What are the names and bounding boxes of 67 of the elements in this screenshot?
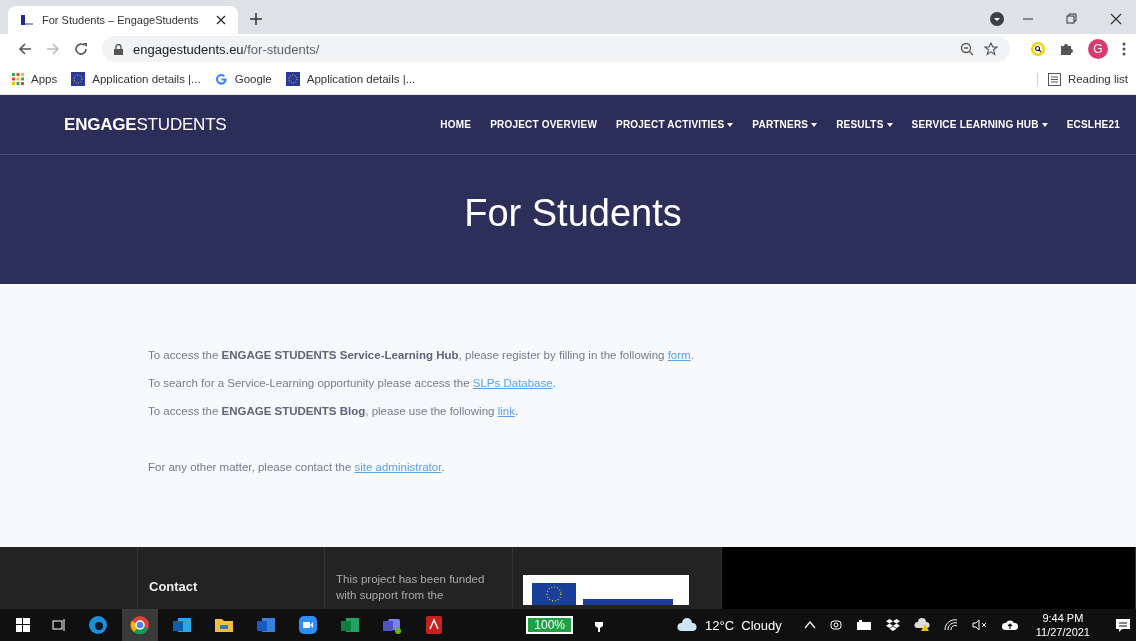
footer-heading: Contact (149, 579, 198, 594)
reload-icon[interactable] (74, 42, 88, 56)
new-tab-icon[interactable] (250, 13, 262, 25)
extension-icon[interactable] (1030, 41, 1046, 57)
edge-icon[interactable] (88, 615, 108, 635)
paragraph: For any other matter, please contact the site administrator. (148, 460, 445, 474)
paragraph: To search for a Service-Learning opportunity please access the SLPs Database. (148, 376, 556, 390)
caret-icon (727, 122, 734, 127)
bookmark[interactable]: Google (214, 72, 272, 86)
nav-link[interactable]: ECSLHE21 (1066, 119, 1120, 130)
video-camera-icon[interactable] (298, 615, 318, 635)
zoom-out-icon[interactable] (960, 42, 974, 56)
camera-icon[interactable] (829, 618, 842, 632)
page-title: For Students (464, 192, 682, 235)
bookmark[interactable]: Application details |... (71, 72, 201, 86)
bookmark[interactable]: Application details |... (285, 72, 416, 86)
caret-icon (1041, 122, 1048, 127)
menu-icon[interactable] (1122, 42, 1126, 56)
nav-link[interactable]: RESULTS (836, 119, 893, 130)
eu-flag-icon (285, 72, 300, 86)
nav-link[interactable]: PROJECT ACTIVITIES (616, 119, 734, 130)
clock[interactable]: 9:44 PM 11/27/2021 (1035, 611, 1090, 639)
chrome-icon[interactable] (130, 615, 150, 635)
nav-link[interactable]: PROJECT OVERVIEW (490, 119, 598, 130)
pdf-icon[interactable] (424, 615, 444, 635)
nav-link[interactable]: HOME (440, 119, 472, 130)
weather-text[interactable]: 12°C Cloudy (705, 617, 782, 633)
wifi-icon[interactable] (943, 619, 958, 631)
apps-grid-icon (12, 73, 24, 85)
list-icon (1047, 72, 1061, 86)
close-icon[interactable] (216, 15, 226, 25)
paragraph: To access the ENGAGE STUDENTS Blog, please use the following link. (148, 404, 519, 418)
device-icon[interactable] (855, 619, 872, 631)
restore-icon[interactable] (1066, 13, 1078, 25)
notification-icon[interactable] (1116, 618, 1130, 632)
lock-icon (114, 43, 123, 55)
outlook-icon[interactable] (172, 615, 192, 635)
paragraph: To access the ENGAGE STUDENTS Service-Learning Hub, please register by filling in the following form. (148, 348, 694, 362)
cloud-icon (677, 618, 697, 632)
excel-icon[interactable] (340, 615, 360, 635)
caret-icon (886, 122, 893, 127)
browser-tab[interactable]: For Students – EngageStudents (8, 6, 238, 34)
back-icon[interactable] (18, 42, 32, 56)
close-icon[interactable] (1110, 13, 1122, 25)
word-icon[interactable] (256, 615, 276, 635)
nav-link[interactable]: PARTNERS (752, 119, 818, 130)
google-g-icon (214, 72, 228, 86)
task-view-icon[interactable] (52, 618, 66, 632)
windows-start-icon[interactable] (16, 618, 30, 632)
address-bar[interactable]: engagestudents.eu/for-students/ (102, 36, 1010, 62)
funding-text: This project has been funded with support from the (336, 572, 486, 603)
dropbox-icon[interactable] (885, 618, 900, 632)
caret-icon (811, 122, 818, 127)
puzzle-icon[interactable] (1060, 42, 1074, 56)
cloud-warning-icon[interactable] (913, 618, 930, 632)
star-icon[interactable] (984, 42, 998, 56)
chevron-up-icon[interactable] (803, 621, 816, 629)
site-logo[interactable]: ENGAGESTUDENTS (64, 114, 227, 135)
favicon-icon (20, 14, 34, 26)
tab-search-icon[interactable] (990, 12, 1004, 26)
cloud-upload-icon[interactable] (1001, 619, 1018, 631)
profile-avatar[interactable]: G (1088, 39, 1108, 59)
bookmark[interactable]: Apps (12, 73, 58, 85)
speaker-muted-icon[interactable] (971, 619, 988, 631)
nav-link[interactable]: SERVICE LEARNING HUB (911, 119, 1048, 130)
eu-flag-icon (71, 72, 86, 86)
reading-list-button[interactable]: Reading list (1036, 72, 1128, 86)
